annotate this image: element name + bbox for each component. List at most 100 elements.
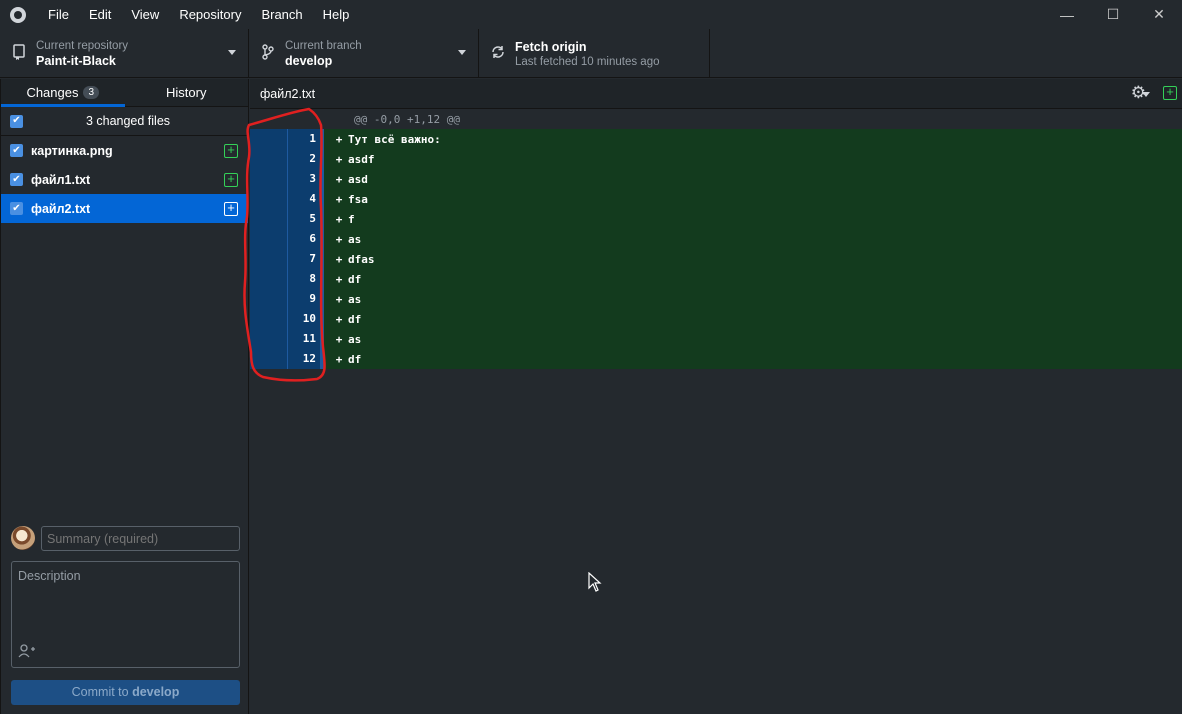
menu-view[interactable]: View: [121, 0, 169, 29]
file-added-icon: +: [1163, 85, 1177, 100]
branch-selector[interactable]: Current branch develop: [249, 29, 479, 78]
changes-sidebar: Changes 3 History ✔ 3 changed files ✔ ка…: [0, 79, 249, 714]
old-line-gutter[interactable]: [250, 249, 287, 269]
diff-filename: файл2.txt: [260, 87, 316, 101]
diff-added-marker: +: [335, 292, 343, 306]
old-line-gutter[interactable]: [250, 309, 287, 329]
diff-line-text: asd: [348, 172, 368, 186]
file-name: файл1.txt: [31, 172, 91, 187]
diff-added-marker: +: [335, 312, 343, 326]
menu-help[interactable]: Help: [313, 0, 360, 29]
new-line-number[interactable]: 7: [287, 249, 324, 269]
changed-files-header: ✔ 3 changed files: [1, 107, 248, 136]
add-coauthor-icon[interactable]: [18, 644, 36, 661]
old-line-gutter[interactable]: [250, 349, 287, 369]
commit-button-branch: develop: [132, 685, 180, 699]
new-line-number[interactable]: 10: [287, 309, 324, 329]
menu-file[interactable]: File: [38, 0, 79, 29]
file-checkbox[interactable]: ✔: [10, 202, 23, 215]
new-line-number[interactable]: 11: [287, 329, 324, 349]
fetch-origin-button[interactable]: Fetch origin Last fetched 10 minutes ago: [479, 29, 710, 78]
old-line-gutter[interactable]: [250, 269, 287, 289]
menu-edit[interactable]: Edit: [79, 0, 121, 29]
maximize-icon[interactable]: ☐: [1090, 0, 1136, 29]
list-item[interactable]: ✔ файл1.txt +: [1, 165, 248, 194]
diff-line-text: as: [348, 292, 362, 306]
diff-line[interactable]: 10 + df: [250, 309, 1182, 329]
list-item[interactable]: ✔ файл2.txt +: [1, 194, 248, 223]
new-line-number[interactable]: 1: [287, 129, 324, 149]
diff-line[interactable]: 7 + dfas: [250, 249, 1182, 269]
diff-body: @@ -0,0 +1,12 @@ 1 + Тут всё важно: 2 + asdf 3…: [250, 109, 1182, 369]
diff-line[interactable]: 5 + f: [250, 209, 1182, 229]
diff-line[interactable]: 6 + as: [250, 229, 1182, 249]
repo-name: Paint-it-Black: [36, 53, 116, 68]
changed-files-list: ✔ 3 changed files ✔ картинка.png + ✔ фай…: [1, 107, 248, 223]
diff-added-marker: +: [335, 192, 343, 206]
repo-icon: [10, 43, 28, 64]
hunk-header: @@ -0,0 +1,12 @@: [250, 109, 1182, 129]
new-line-number[interactable]: 6: [287, 229, 324, 249]
diff-line[interactable]: 1 + Тут всё важно:: [250, 129, 1182, 149]
old-line-gutter[interactable]: [250, 229, 287, 249]
chevron-down-icon[interactable]: [1142, 92, 1150, 97]
diff-added-marker: +: [335, 352, 343, 366]
tab-history[interactable]: History: [125, 79, 249, 106]
menu-branch[interactable]: Branch: [251, 0, 312, 29]
commit-button[interactable]: Commit to develop: [11, 680, 240, 705]
tab-changes[interactable]: Changes 3: [1, 79, 125, 107]
diff-line[interactable]: 4 + fsa: [250, 189, 1182, 209]
new-line-number[interactable]: 12: [287, 349, 324, 369]
diff-added-marker: +: [335, 152, 343, 166]
title-bar: File Edit View Repository Branch Help — …: [0, 0, 1182, 29]
diff-line-text: asdf: [348, 152, 375, 166]
new-line-number[interactable]: 8: [287, 269, 324, 289]
new-line-number[interactable]: 9: [287, 289, 324, 309]
diff-line[interactable]: 12 + df: [250, 349, 1182, 369]
diff-line[interactable]: 9 + as: [250, 289, 1182, 309]
old-line-gutter[interactable]: [250, 209, 287, 229]
description-field[interactable]: Description: [11, 561, 240, 668]
old-line-gutter[interactable]: [250, 169, 287, 189]
old-line-gutter[interactable]: [250, 189, 287, 209]
new-line-number[interactable]: 2: [287, 149, 324, 169]
summary-input[interactable]: [41, 526, 240, 551]
menu-repository[interactable]: Repository: [169, 0, 251, 29]
sync-icon: [489, 44, 507, 64]
new-line-number[interactable]: 4: [287, 189, 324, 209]
file-checkbox[interactable]: ✔: [10, 173, 23, 186]
commit-form: Description Commit to develop: [1, 517, 248, 714]
fetch-title: Fetch origin: [515, 39, 587, 54]
close-icon[interactable]: ✕: [1136, 0, 1182, 29]
diff-added-marker: +: [335, 172, 343, 186]
old-line-gutter[interactable]: [250, 289, 287, 309]
minimize-icon[interactable]: —: [1044, 0, 1090, 29]
select-all-checkbox[interactable]: ✔: [10, 114, 23, 128]
old-line-gutter[interactable]: [250, 149, 287, 169]
branch-icon: [259, 43, 277, 64]
tab-changes-label: Changes: [26, 85, 79, 100]
old-line-gutter[interactable]: [250, 129, 287, 149]
old-line-gutter[interactable]: [250, 329, 287, 349]
new-line-number[interactable]: 3: [287, 169, 324, 189]
new-line-number[interactable]: 5: [287, 209, 324, 229]
repository-selector[interactable]: Current repository Paint-it-Black: [0, 29, 249, 78]
diff-line[interactable]: 3 + asd: [250, 169, 1182, 189]
file-checkbox[interactable]: ✔: [10, 144, 23, 157]
github-logo-icon[interactable]: [10, 6, 26, 23]
diff-added-marker: +: [335, 252, 343, 266]
changed-files-count: 3 changed files: [85, 114, 171, 128]
diff-added-marker: +: [335, 272, 343, 286]
diff-line-text: as: [348, 332, 362, 346]
diff-added-marker: +: [335, 132, 343, 146]
diff-line[interactable]: 8 + df: [250, 269, 1182, 289]
diff-line-text: f: [348, 212, 355, 226]
diff-line-text: df: [348, 272, 362, 286]
file-name: картинка.png: [31, 143, 113, 158]
diff-line-text: df: [348, 312, 362, 326]
diff-view: файл2.txt ⚙ + @@ -0,0 +1,12 @@ 1 + Тут всё…: [250, 79, 1182, 714]
diff-line[interactable]: 11 + as: [250, 329, 1182, 349]
diff-line[interactable]: 2 + asdf: [250, 149, 1182, 169]
list-item[interactable]: ✔ картинка.png +: [1, 136, 248, 165]
diff-added-marker: +: [335, 232, 343, 246]
